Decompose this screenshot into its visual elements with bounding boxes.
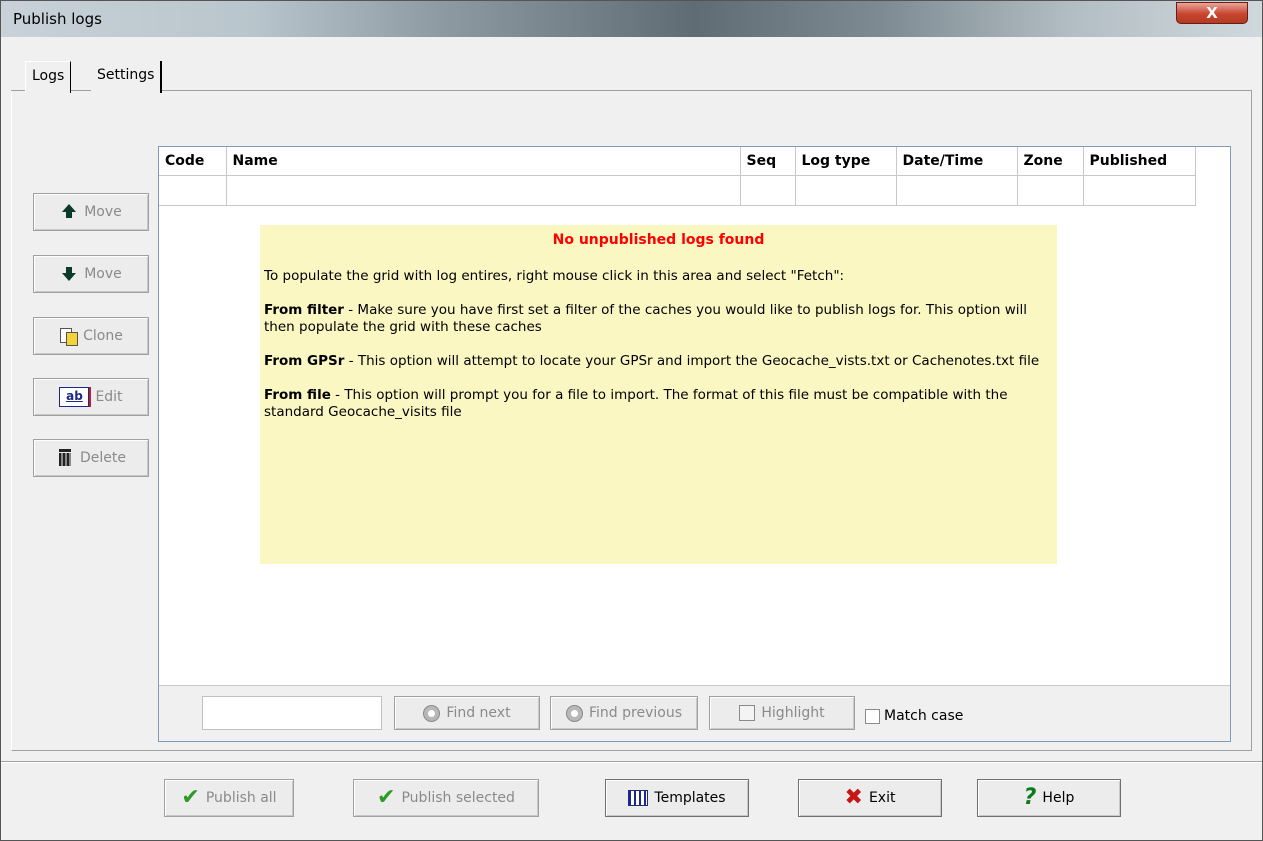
find-bar: Find next Find previous Highlight Match … [159,685,1230,741]
match-case-checkbox[interactable] [865,708,880,724]
info-title: No unpublished logs found [552,232,765,248]
move-down-button[interactable]: Move [33,255,149,293]
move-up-button[interactable]: Move [33,193,149,231]
info-gpsr-label: From GPSr [264,353,345,369]
tab-settings[interactable]: Settings [91,61,163,93]
tab-settings-label: Settings [97,67,155,83]
cell-name[interactable] [226,175,741,206]
publish-selected-button[interactable]: ✔ Publish selected [353,779,539,817]
col-published[interactable]: Published [1083,147,1196,176]
close-icon: X [1206,4,1218,22]
find-previous-button[interactable]: Find previous [550,696,698,730]
find-next-icon [423,704,441,722]
col-log-type[interactable]: Log type [795,147,897,176]
arrow-up-icon [60,203,78,221]
highlight-label: Highlight [761,705,825,721]
delete-button[interactable]: Delete [33,439,149,477]
bottom-separator [1,761,1262,763]
exit-icon: ✖ [844,785,863,810]
clone-icon [59,327,79,346]
clone-button[interactable]: Clone [33,317,149,355]
cell-code[interactable] [159,175,227,206]
templates-button[interactable]: Templates [605,779,749,817]
info-gpsr-text: - This option will attempt to locate you… [344,353,1040,369]
find-previous-label: Find previous [589,705,682,721]
info-file-label: From file [264,387,331,403]
empty-grid-info[interactable]: No unpublished logs found To populate th… [260,225,1057,564]
window-title: Publish logs [13,10,102,28]
col-name[interactable]: Name [226,147,741,176]
match-case-label: Match case [884,708,964,724]
col-zone[interactable]: Zone [1017,147,1084,176]
exit-button[interactable]: ✖ Exit [798,779,942,817]
tab-logs-label: Logs [32,68,65,84]
table-row[interactable] [159,175,1196,206]
logs-grid[interactable]: Code Name Seq Log type Date/Time Zone Pu… [158,146,1231,742]
templates-icon [628,790,649,806]
highlight-button[interactable]: Highlight [709,696,855,730]
help-button[interactable]: ? Help [977,779,1121,817]
find-next-label: Find next [446,705,511,721]
title-bar: Publish logs X [1,1,1262,37]
grid-table: Code Name Seq Log type Date/Time Zone Pu… [159,147,1196,206]
find-previous-icon [566,704,583,722]
publish-all-button[interactable]: ✔ Publish all [164,779,294,817]
publish-all-label: Publish all [205,790,277,806]
clone-label: Clone [83,328,123,344]
tab-logs[interactable]: Logs [25,61,72,93]
close-button[interactable]: X [1176,2,1248,24]
templates-label: Templates [654,790,726,806]
exit-label: Exit [868,790,896,806]
publish-logs-window: Publish logs X Logs Settings Move Move C… [0,0,1263,841]
help-icon: ? [1023,785,1037,810]
find-input[interactable] [202,696,382,730]
col-date-time[interactable]: Date/Time [896,147,1018,176]
cell-published[interactable] [1083,175,1196,206]
match-case-option[interactable]: Match case [865,708,963,724]
info-gpsr: From GPSr - This option will attempt to … [264,353,1053,370]
arrow-down-icon [60,265,78,283]
checkmark-icon: ✔ [181,785,200,810]
info-file-text: - This option will prompt you for a file… [264,387,1008,420]
highlight-icon [739,705,756,721]
info-intro: To populate the grid with log entires, r… [264,268,845,284]
find-next-button[interactable]: Find next [394,696,540,730]
cell-zone[interactable] [1017,175,1084,206]
col-seq[interactable]: Seq [740,147,796,176]
move-down-label: Move [84,266,122,282]
info-filter-label: From filter [264,302,344,318]
trash-icon [56,449,74,467]
edit-icon: ab [59,387,90,407]
move-up-label: Move [84,204,122,220]
edit-label: Edit [95,389,123,405]
cell-log-type[interactable] [795,175,897,206]
checkmark-icon: ✔ [377,785,396,810]
cell-seq[interactable] [740,175,796,206]
info-filter-text: - Make sure you have first set a filter … [264,302,1028,335]
cell-date-time[interactable] [896,175,1018,206]
grid-header-row: Code Name Seq Log type Date/Time Zone Pu… [159,147,1196,176]
help-label: Help [1042,790,1075,806]
info-filter: From filter - Make sure you have first s… [264,302,1053,336]
info-file: From file - This option will prompt you … [264,387,1053,421]
col-code[interactable]: Code [159,147,227,176]
tab-strip: Logs Settings [11,59,1252,93]
publish-selected-label: Publish selected [401,790,515,806]
delete-label: Delete [80,450,126,466]
edit-button[interactable]: ab Edit [33,378,149,416]
